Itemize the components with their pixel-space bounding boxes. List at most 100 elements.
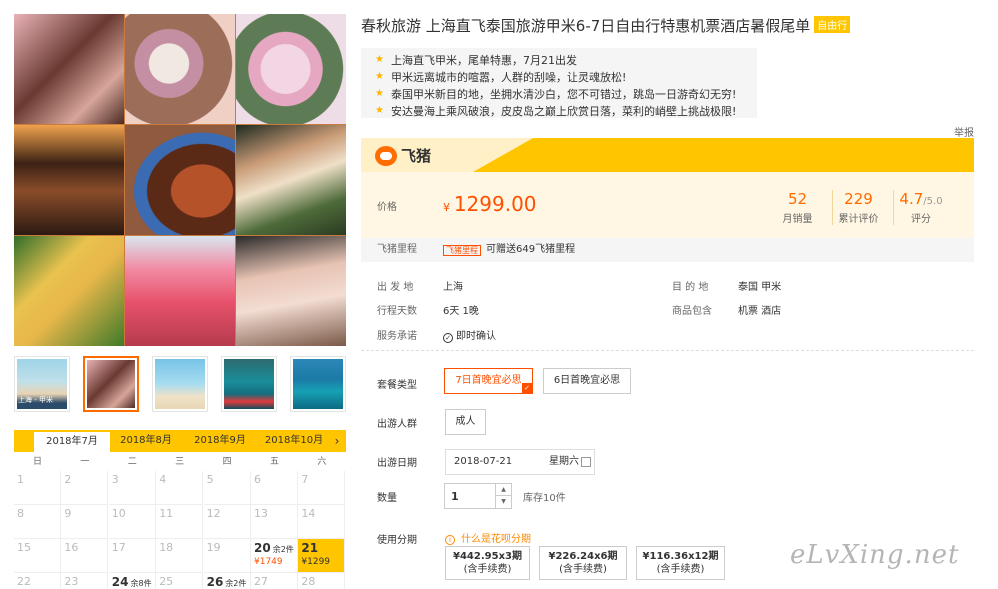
brand-stripe [473,138,974,172]
calendar-day-stock: 余2件 [225,579,247,588]
calendar-day: 10 [108,505,156,539]
calendar-weekday: 四 [222,457,232,467]
calendar-weekday-header: 日一二三四五六 [14,454,346,470]
stat-rating: 4.7/5.0 评分 [886,190,956,225]
calendar-day-number: 27 [254,575,268,588]
highlight-text: 泰国甲米新目的地，坐拥水清沙白，您不可错过，跳岛一日游奇幻无穷! [390,87,737,101]
calendar-day-number: 5 [206,473,214,486]
travel-date-field[interactable]: 2018-07-21 星期六 [445,449,595,475]
calendar-day: 13 [251,505,298,539]
price-value: ¥ 1299.00 [443,192,537,216]
calendar-day-number: 16 [64,541,79,554]
installment-help-link[interactable]: i 什么是花呗分期 [445,530,531,545]
thumbnail-4[interactable] [221,356,277,412]
product-title-text: 春秋旅游 上海直飞泰国旅游甲米6-7日自由行特惠机票酒店暑假尾单 [361,17,811,35]
calendar-day[interactable]: 24 余8件 [109,573,156,589]
calendar-day-number: 6 [254,473,261,486]
calendar-day-number: 12 [206,507,221,520]
highlight-text: 上海直飞甲米，尾单特惠，7月21出发 [390,53,577,67]
decrement-icon[interactable]: ▼ [495,496,511,508]
package-option-7day[interactable]: 7日首晚宜必思 [444,368,533,394]
calendar-tab-month-4[interactable]: 2018年10月 [256,430,332,452]
info-includes: 商品包含 机票 酒店 [672,302,781,317]
calendar-day: 7 [298,471,346,505]
calendar-day-number: 8 [17,507,24,520]
calendar-day[interactable]: 26 余2件 [204,573,251,589]
increment-icon[interactable]: ▲ [495,484,511,496]
calendar-day[interactable]: 20 余2件 ¥1749 [251,539,298,573]
calendar-day-number: 3 [111,473,119,486]
highlight-item: ★ 甲米远离城市的喧嚣，人群的刮噪，让灵魂放松! [375,68,757,85]
people-option-adult[interactable]: 成人 [445,409,486,435]
installment-plan-6[interactable]: ¥226.24x6期 (含手续费) [539,546,627,580]
stat-label: 评分 [911,214,931,225]
gallery-photo-grill [236,125,346,235]
rating-value: 4.7 [899,190,924,208]
star-icon: ★ [375,54,384,65]
calendar-day: 25 [156,573,204,589]
calendar-weekday: 二 [127,457,137,467]
package-label: 套餐类型 [377,380,417,391]
travel-date-weekday: 星期六 [549,456,579,467]
gallery-photo-skewers [14,125,124,235]
thumbnail-5[interactable] [290,356,346,412]
quantity-input[interactable] [445,484,495,508]
calendar-day-price: ¥1749 [254,557,283,567]
calendar-tab-month-1[interactable]: 2018年7月 [34,432,110,452]
info-icon: i [445,535,455,545]
calendar-day-number: 17 [111,541,126,554]
stat-value: 4.7/5.0 [886,190,956,208]
calendar-day: 6 [251,471,298,505]
stat-label: 累计评价 [838,214,879,225]
mileage-badge: 飞猪里程 [443,245,481,256]
calendar-day: 1 [14,471,61,505]
calendar-day-number: 22 [17,575,31,588]
chevron-right-icon[interactable]: › [330,430,344,452]
calendar-tab-month-2[interactable]: 2018年8月 [108,430,184,452]
calendar-day: 12 [203,505,251,539]
calendar-day-number: 11 [159,507,174,520]
calendar-day-number: 28 [301,575,316,588]
price-number: 1299.00 [453,192,537,216]
calendar-day: 23 [61,573,109,589]
gallery-photo-noodles [14,236,124,346]
stat-monthly-sales: 52 月销量 [763,190,833,225]
brand-bar: 飞猪 [361,138,974,172]
thumbnail-1[interactable]: 上海 - 甲米 [14,356,70,412]
price-currency: ¥ [443,201,450,214]
installment-plan-3[interactable]: ¥442.95x3期 (含手续费) [445,546,530,580]
package-option-6day[interactable]: 6日首晚宜必思 [543,368,631,394]
promise-text: 即时确认 [456,331,496,342]
calendar-day-number: 18 [159,541,174,554]
thumbnail-2[interactable] [83,356,139,412]
gallery-photo-dessert-plate [125,14,235,124]
calendar-day: 27 [251,573,298,589]
installment-plan-12[interactable]: ¥116.36x12期 (含手续费) [636,546,725,580]
calendar-day: 3 [108,471,156,505]
gallery-photo-cakes [14,14,124,124]
calendar-day: 18 [156,539,204,573]
gallery-photo-roast-pig [125,125,235,235]
stat-value: 229 [844,190,873,208]
calendar-day: 15 [14,539,61,573]
info-value: 机票 酒店 [738,306,782,317]
stat-total-reviews[interactable]: 229 累计评价 [824,190,894,225]
star-icon: ★ [375,105,384,116]
thumbnail-strip: 上海 - 甲米 [14,356,346,412]
calendar-day[interactable]: 21 ¥1299 [298,539,346,573]
price-panel: 飞猪 价格 ¥ 1299.00 52 月销量 229 累计评价 4.7/5.0 评分 [361,138,974,238]
calendar-day: 22 [14,573,61,589]
calendar-day: 17 [108,539,156,573]
calendar-weekday: 日 [32,457,42,467]
info-departure: 出 发 地 上海 [377,278,463,293]
calendar-day-stock: 余2件 [272,545,294,554]
calendar-tab-month-3[interactable]: 2018年9月 [182,430,258,452]
installment-help-text: 什么是花呗分期 [461,534,531,545]
fliggy-logo: 飞猪 [375,145,431,166]
thumbnail-3[interactable] [152,356,208,412]
report-link[interactable]: 举报 [954,124,974,139]
info-label: 服务承诺 [377,331,417,342]
mileage-row: 飞猪里程 飞猪里程 可赠送649飞猪里程 [361,238,974,262]
highlights-box: ★ 上海直飞甲米，尾单特惠，7月21出发 ★ 甲米远离城市的喧嚣，人群的刮噪，让灵魂… [361,48,757,118]
calendar-day: 8 [14,505,61,539]
